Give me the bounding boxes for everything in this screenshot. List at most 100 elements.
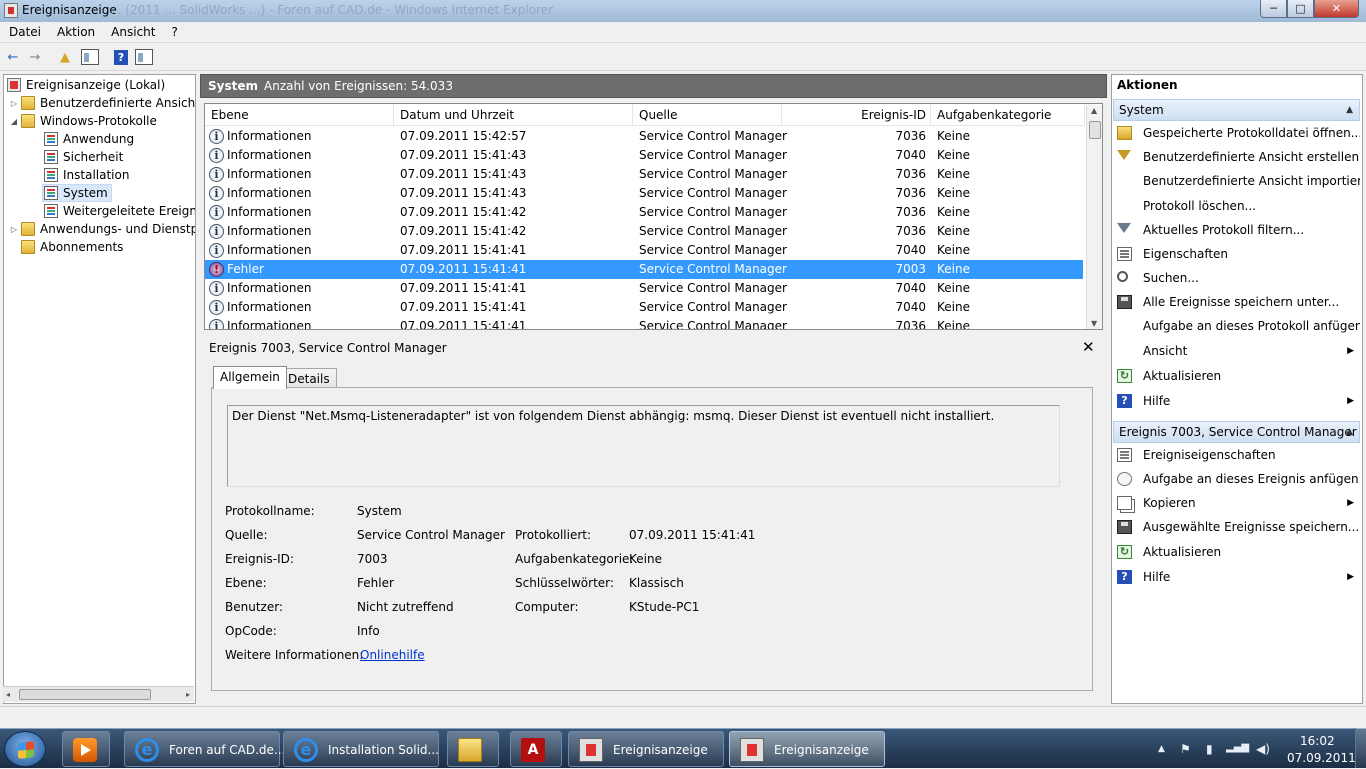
close-button[interactable]: ✕ [1314, 0, 1359, 18]
close-icon[interactable]: ✕ [1082, 338, 1095, 356]
info-icon: i [209, 243, 224, 258]
table-row[interactable]: i Informationen 07.09.2011 15:42:57 Service… [205, 127, 1083, 146]
scroll-left-icon[interactable]: ◂ [6, 687, 10, 703]
action-attach-task-to-event[interactable]: Aufgabe an dieses Ereignis anfügen... [1113, 468, 1360, 490]
tree-item-custom-views[interactable]: ▷ Benutzerdefinierte Ansichten [9, 94, 195, 112]
action-event-properties[interactable]: Ereigniseigenschaften [1113, 444, 1360, 466]
column-header-task-category[interactable]: Aufgabenkategorie [931, 104, 1085, 126]
taskbar-event-viewer-1[interactable]: Ereignisanzeige [568, 731, 724, 767]
online-help-link[interactable]: Onlinehilfe [360, 648, 425, 662]
show-desktop-button[interactable] [1355, 728, 1366, 768]
tree-item-forwarded[interactable]: Weitergeleitete Ereignisse [44, 202, 195, 220]
minimize-button[interactable]: ─ [1260, 0, 1287, 18]
action-view[interactable]: Ansicht ▶ [1113, 340, 1360, 362]
tree-item-label: Windows-Protokolle [40, 114, 157, 128]
action-create-custom-view[interactable]: Benutzerdefinierte Ansicht erstellen... [1113, 146, 1360, 168]
action-import-custom-view[interactable]: Benutzerdefinierte Ansicht importieren..… [1113, 170, 1360, 192]
action-label: Eigenschaften [1143, 247, 1229, 261]
table-row[interactable]: i Informationen 07.09.2011 15:41:43 Service… [205, 165, 1083, 184]
folder-up-icon[interactable]: ▲ [55, 48, 75, 66]
action-find[interactable]: Suchen... [1113, 267, 1360, 289]
column-header-event-id[interactable]: Ereignis-ID [782, 104, 931, 126]
action-refresh[interactable]: ↻ Aktualisieren [1113, 365, 1360, 387]
tree-item-setup[interactable]: Installation [44, 166, 129, 184]
table-row[interactable]: i Informationen 07.09.2011 15:41:41 Service… [205, 279, 1083, 298]
maximize-button[interactable]: □ [1287, 0, 1314, 18]
table-row[interactable]: i Informationen 07.09.2011 15:41:41 Service… [205, 298, 1083, 317]
clock-date[interactable]: 07.09.2011 [1287, 751, 1356, 765]
menu-help[interactable]: ? [162, 22, 184, 39]
action-open-saved-log[interactable]: Gespeicherte Protokolldatei öffnen... [1113, 122, 1360, 144]
scroll-thumb[interactable] [19, 689, 151, 700]
action-help[interactable]: ? Hilfe ▶ [1113, 390, 1360, 412]
device-icon[interactable]: ▮ [1206, 742, 1213, 756]
column-header-source[interactable]: Quelle [633, 104, 782, 126]
scroll-down-icon[interactable]: ▼ [1091, 319, 1097, 328]
tree-horizontal-scrollbar[interactable]: ◂ ▸ [3, 686, 194, 702]
scroll-right-icon[interactable]: ▸ [186, 687, 190, 703]
collapse-arrow-icon[interactable]: ◢ [9, 117, 19, 126]
taskbar-media-player[interactable] [62, 731, 110, 767]
action-filter-current-log[interactable]: Aktuelles Protokoll filtern... [1113, 219, 1360, 241]
action-clear-log[interactable]: Protokoll löschen... [1113, 195, 1360, 217]
show-hide-action-pane-button[interactable] [134, 48, 154, 66]
tree-item-windows-logs[interactable]: ◢ Windows-Protokolle [9, 112, 157, 130]
action-center-flag-icon[interactable]: ⚑ [1180, 742, 1191, 756]
tree-item-application[interactable]: Anwendung [44, 130, 134, 148]
help-icon: ? [1117, 570, 1132, 584]
action-attach-task-to-log[interactable]: Aufgabe an dieses Protokoll anfügen... [1113, 315, 1360, 337]
taskbar-acrobat[interactable]: A [510, 731, 562, 767]
column-header-level[interactable]: Ebene [205, 104, 394, 126]
cell-event-id: 7036 [895, 186, 926, 200]
action-copy[interactable]: Kopieren ▶ [1113, 492, 1360, 514]
action-save-selected-events[interactable]: Ausgewählte Ereignisse speichern... [1113, 516, 1360, 538]
event-list-scrollbar[interactable]: ▲ ▼ [1086, 105, 1102, 329]
tree-root[interactable]: Ereignisanzeige (Lokal) [7, 76, 165, 94]
cell-date: 07.09.2011 15:41:43 [400, 186, 527, 200]
collapse-caret-icon[interactable]: ▲ [1346, 100, 1353, 120]
taskbar-ie-forum[interactable]: e Foren auf CAD.de... [124, 731, 285, 767]
collapse-caret-icon[interactable]: ▲ [1346, 422, 1353, 442]
actions-section-system[interactable]: System ▲ [1113, 99, 1360, 121]
table-row[interactable]: i Informationen 07.09.2011 15:41:42 Service… [205, 222, 1083, 241]
error-icon: ! [209, 262, 224, 277]
table-row[interactable]: i Informationen 07.09.2011 15:41:42 Service… [205, 203, 1083, 222]
action-refresh-2[interactable]: ↻ Aktualisieren [1113, 541, 1360, 563]
tree-item-security[interactable]: Sicherheit [44, 148, 123, 166]
tree-item-app-service-logs[interactable]: ▷ Anwendungs- und Dienstprotokolle [9, 220, 195, 238]
tab-general[interactable]: Allgemein [213, 366, 287, 389]
volume-icon[interactable]: ◀) [1256, 742, 1270, 756]
action-properties[interactable]: Eigenschaften [1113, 243, 1360, 265]
tree-item-system[interactable]: System [42, 184, 112, 202]
action-save-all-events[interactable]: Alle Ereignisse speichern unter... [1113, 291, 1360, 313]
expand-arrow-icon[interactable]: ▷ [9, 99, 19, 108]
table-row[interactable]: i Informationen 07.09.2011 15:41:43 Service… [205, 184, 1083, 203]
tree-item-subscriptions[interactable]: Abonnements [21, 238, 123, 256]
toolbar: ← → ▲ ? [0, 44, 1366, 71]
table-row[interactable]: i Informationen 07.09.2011 15:41:41 Service… [205, 317, 1083, 329]
help-button[interactable]: ? [111, 48, 131, 66]
scroll-up-icon[interactable]: ▲ [1091, 106, 1097, 115]
table-row[interactable]: i Informationen 07.09.2011 15:41:43 Service… [205, 146, 1083, 165]
show-hidden-icons[interactable]: ▲ [1158, 744, 1165, 754]
action-label: Aktualisieren [1143, 545, 1222, 559]
table-row[interactable]: i Informationen 07.09.2011 15:41:41 Service… [205, 241, 1083, 260]
forward-arrow-icon[interactable]: → [25, 48, 45, 66]
table-row[interactable]: ! Fehler 07.09.2011 15:41:41 Service Contro… [205, 260, 1083, 279]
column-header-date[interactable]: Datum und Uhrzeit [394, 104, 633, 126]
menu-datei[interactable]: Datei [0, 22, 48, 39]
actions-section-event[interactable]: Ereignis 7003, Service Control Manager ▲ [1113, 421, 1360, 443]
network-signal-icon[interactable]: ▂▄▆ [1226, 742, 1249, 753]
menu-ansicht[interactable]: Ansicht [102, 22, 162, 39]
clock-time[interactable]: 16:02 [1300, 734, 1335, 748]
taskbar-explorer[interactable] [447, 731, 499, 767]
action-help-2[interactable]: ? Hilfe ▶ [1113, 566, 1360, 588]
scroll-thumb[interactable] [1089, 121, 1101, 139]
taskbar-ie-installation[interactable]: e Installation Solid... [283, 731, 439, 767]
start-button[interactable] [4, 731, 46, 767]
expand-arrow-icon[interactable]: ▷ [9, 225, 19, 234]
taskbar-event-viewer-2[interactable]: Ereignisanzeige [729, 731, 885, 767]
show-hide-tree-button[interactable] [80, 48, 100, 66]
menu-aktion[interactable]: Aktion [48, 22, 102, 39]
back-arrow-icon[interactable]: ← [3, 48, 23, 66]
